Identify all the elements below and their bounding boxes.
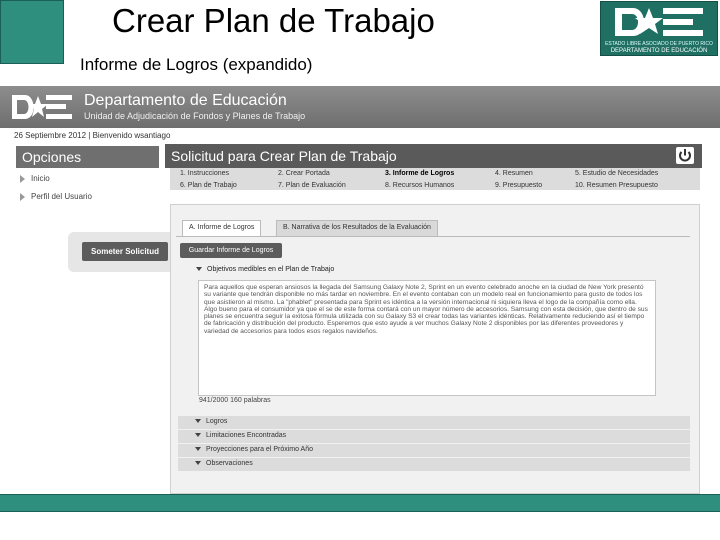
- sidebar-item-perfil[interactable]: Perfil del Usuario: [20, 192, 92, 201]
- sidebar-heading: Opciones: [16, 146, 159, 168]
- tab-narrativa-resultados[interactable]: B. Narrativa de los Resultados de la Eva…: [276, 220, 438, 236]
- accordion-label: Observaciones: [206, 460, 253, 467]
- main-heading-label: Solicitud para Crear Plan de Trabajo: [171, 148, 397, 164]
- banner-title: Departamento de Educación: [84, 92, 287, 109]
- caret-down-icon: [195, 433, 201, 438]
- step-crear-portada[interactable]: 2. Crear Portada: [278, 170, 330, 177]
- step-estudio-necesidades[interactable]: 5. Estudio de Necesidades: [575, 170, 658, 177]
- accordion-proyecciones[interactable]: Proyecciones para el Próximo Año: [178, 444, 690, 457]
- power-icon[interactable]: [676, 147, 694, 164]
- slide-footer-bar: [0, 494, 720, 512]
- step-plan-trabajo[interactable]: 6. Plan de Trabajo: [180, 182, 237, 189]
- step-instrucciones[interactable]: 1. Instrucciones: [180, 170, 229, 177]
- section-objetivos[interactable]: Objetivos medibles en el Plan de Trabajo: [196, 266, 334, 273]
- word-counter: 941/2000 160 palabras: [199, 397, 271, 404]
- sidebar-item-inicio[interactable]: Inicio: [20, 174, 50, 183]
- tab-underline: [176, 236, 690, 237]
- accordion-observaciones[interactable]: Observaciones: [178, 458, 690, 471]
- step-presupuesto[interactable]: 9. Presupuesto: [495, 182, 542, 189]
- caret-down-icon: [195, 419, 201, 424]
- caret-down-icon: [195, 461, 201, 466]
- accordion-label: Logros: [206, 418, 228, 425]
- steps-nav: 1. Instrucciones 2. Crear Portada 3. Inf…: [170, 168, 700, 190]
- slide-subtitle: Informe de Logros (expandido): [80, 55, 313, 74]
- objectives-textarea[interactable]: Para aquellos que esperan ansiosos la ll…: [198, 280, 656, 396]
- banner-logo-icon: [12, 95, 72, 119]
- date-welcome-line: 26 Septiembre 2012 | Bienvenido wsantiag…: [14, 131, 171, 140]
- de-logo: ESTADO LIBRE ASOCIADO DE PUERTO RICO DEP…: [600, 1, 718, 56]
- main-heading: Solicitud para Crear Plan de Trabajo: [165, 144, 702, 168]
- step-plan-evaluacion[interactable]: 7. Plan de Evaluación: [278, 182, 346, 189]
- accordion-label: Proyecciones para el Próximo Año: [206, 446, 313, 453]
- save-report-button[interactable]: Guardar Informe de Logros: [180, 243, 282, 258]
- app-screenshot: Departamento de Educación Unidad de Adju…: [0, 86, 720, 496]
- accordion-label: Limitaciones Encontradas: [206, 432, 287, 439]
- app-banner: Departamento de Educación Unidad de Adju…: [0, 86, 720, 128]
- sidebar-item-label: Perfil del Usuario: [31, 192, 92, 201]
- submit-request-button[interactable]: Someter Solicitud: [82, 242, 168, 261]
- logo-line-1: ESTADO LIBRE ASOCIADO DE PUERTO RICO: [605, 41, 713, 47]
- arrow-right-icon: [20, 174, 25, 183]
- accordion-logros[interactable]: Logros: [178, 416, 690, 429]
- accordion-limitaciones[interactable]: Limitaciones Encontradas: [178, 430, 690, 443]
- slide-title: Crear Plan de Trabajo: [112, 2, 435, 39]
- tab-informe-logros[interactable]: A. Informe de Logros: [182, 220, 262, 236]
- step-resumen[interactable]: 4. Resumen: [495, 170, 533, 177]
- caret-down-icon: [196, 267, 202, 272]
- sidebar-item-label: Inicio: [31, 174, 50, 183]
- step-resumen-presupuesto[interactable]: 10. Resumen Presupuesto: [575, 182, 658, 189]
- caret-down-icon: [195, 447, 201, 452]
- section-objetivos-label: Objetivos medibles en el Plan de Trabajo: [207, 266, 335, 273]
- de-logo-mark-icon: [615, 8, 703, 36]
- step-recursos-humanos[interactable]: 8. Recursos Humanos: [385, 182, 454, 189]
- logo-line-2: DEPARTAMENTO DE EDUCACIÓN: [610, 48, 708, 54]
- slide-accent-square: [0, 0, 64, 64]
- banner-subtitle: Unidad de Adjudicación de Fondos y Plane…: [84, 111, 306, 121]
- arrow-right-icon: [20, 192, 25, 201]
- step-informe-logros[interactable]: 3. Informe de Logros: [385, 170, 454, 177]
